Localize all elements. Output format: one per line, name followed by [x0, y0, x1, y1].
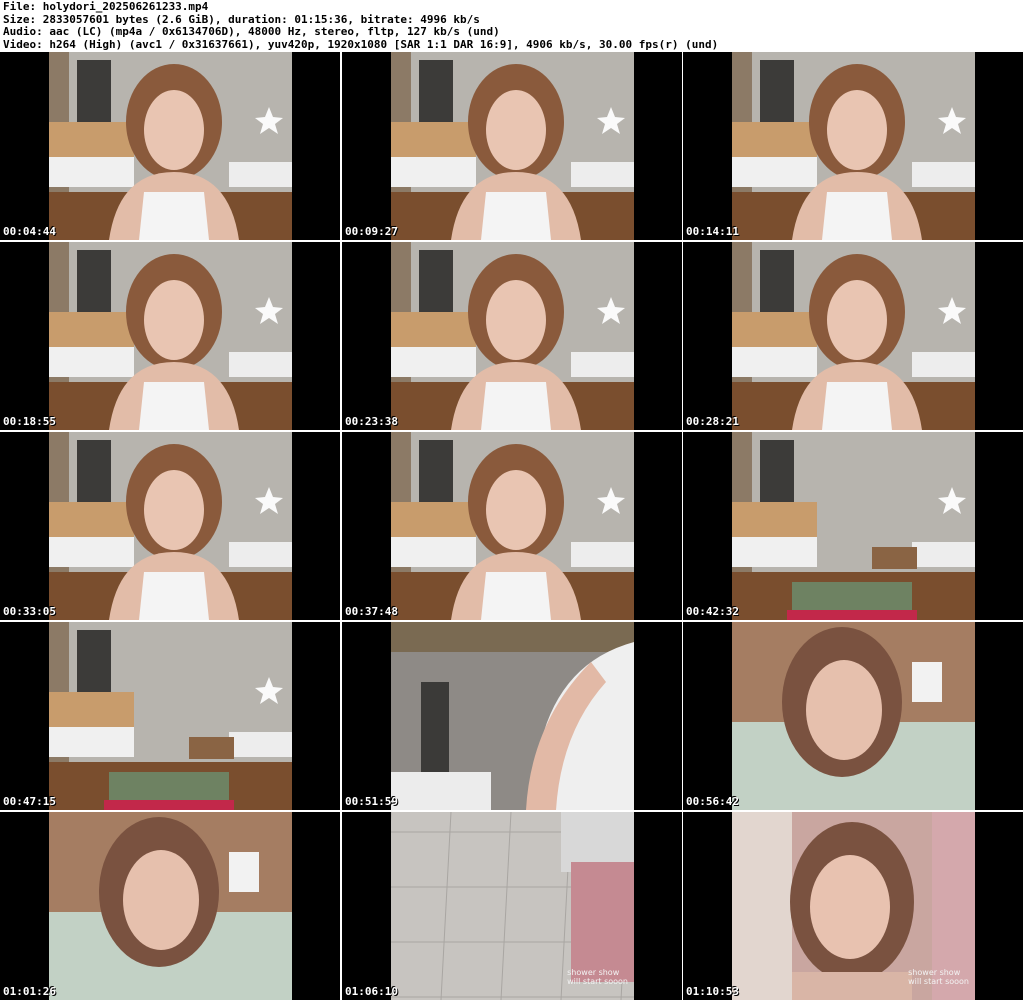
video-frame: [391, 622, 634, 810]
thumbnail-cell[interactable]: 00:23:38: [342, 242, 682, 430]
video-frame: [49, 812, 292, 1000]
timestamp-label: 00:09:27: [345, 225, 398, 238]
timestamp-label: 01:06:10: [345, 985, 398, 998]
thumbnail-cell[interactable]: 00:09:27: [342, 52, 682, 240]
video-frame-image: [49, 622, 292, 810]
thumbnail-cell[interactable]: shower show will start sooon 01:10:53: [683, 812, 1023, 1000]
frame-overlay-text: shower show will start sooon: [908, 968, 969, 986]
timestamp-label: 00:04:44: [3, 225, 56, 238]
timestamp-label: 00:42:32: [686, 605, 739, 618]
timestamp-label: 00:14:11: [686, 225, 739, 238]
thumbnail-cell[interactable]: 01:01:26: [0, 812, 340, 1000]
video-frame: [49, 242, 292, 430]
video-frame-image: [49, 432, 292, 620]
video-frame-image: [732, 622, 975, 810]
thumbnail-cell[interactable]: shower show will start sooon 01:06:10: [342, 812, 682, 1000]
timestamp-label: 00:37:48: [345, 605, 398, 618]
timestamp-label: 00:47:15: [3, 795, 56, 808]
video-frame: [391, 52, 634, 240]
thumbnail-grid: 00:04:44 00:09:27 00:14:11 00:18:55 00:23:38…: [0, 52, 1024, 1003]
video-frame-image: [732, 52, 975, 240]
timestamp-label: 00:18:55: [3, 415, 56, 428]
video-frame: [732, 242, 975, 430]
video-frame: [732, 52, 975, 240]
video-frame: shower show will start sooon: [391, 812, 634, 1000]
video-frame-image: [391, 242, 634, 430]
video-frame: shower show will start sooon: [732, 812, 975, 1000]
video-frame-image: [49, 242, 292, 430]
video-frame-image: [732, 432, 975, 620]
video-frame-image: [49, 52, 292, 240]
timestamp-label: 01:01:26: [3, 985, 56, 998]
thumbnail-cell[interactable]: 00:51:59: [342, 622, 682, 810]
video-frame-image: [732, 242, 975, 430]
thumbnail-cell[interactable]: 00:33:05: [0, 432, 340, 620]
video-frame-image: [391, 432, 634, 620]
timestamp-label: 01:10:53: [686, 985, 739, 998]
thumbnail-cell[interactable]: 00:42:32: [683, 432, 1023, 620]
thumbnail-cell[interactable]: 00:18:55: [0, 242, 340, 430]
video-frame: [49, 52, 292, 240]
video-frame: [732, 432, 975, 620]
video-frame: [391, 432, 634, 620]
thumbnail-cell[interactable]: 00:47:15: [0, 622, 340, 810]
timestamp-label: 00:23:38: [345, 415, 398, 428]
thumbnail-cell[interactable]: 00:37:48: [342, 432, 682, 620]
metadata-header: File: holydori_202506261233.mp4 Size: 28…: [3, 0, 719, 51]
video-frame: [49, 622, 292, 810]
file-name-line: File: holydori_202506261233.mp4: [3, 0, 209, 13]
thumbnail-cell[interactable]: 00:56:42: [683, 622, 1023, 810]
timestamp-label: 00:56:42: [686, 795, 739, 808]
video-frame: [391, 242, 634, 430]
thumbnail-cell[interactable]: 00:14:11: [683, 52, 1023, 240]
video-info-line: Video: h264 (High) (avc1 / 0x31637661), …: [3, 37, 719, 51]
thumbnail-cell[interactable]: 00:28:21: [683, 242, 1023, 430]
video-frame: [49, 432, 292, 620]
timestamp-label: 00:33:05: [3, 605, 56, 618]
video-frame-image: [49, 812, 292, 1000]
thumbnail-cell[interactable]: 00:04:44: [0, 52, 340, 240]
frame-overlay-text: shower show will start sooon: [567, 968, 628, 986]
video-frame-image: [391, 52, 634, 240]
timestamp-label: 00:51:59: [345, 795, 398, 808]
video-frame: [732, 622, 975, 810]
audio-info-line: Audio: aac (LC) (mp4a / 0x6134706D), 480…: [3, 25, 500, 39]
video-frame-image: [391, 622, 634, 810]
timestamp-label: 00:28:21: [686, 415, 739, 428]
